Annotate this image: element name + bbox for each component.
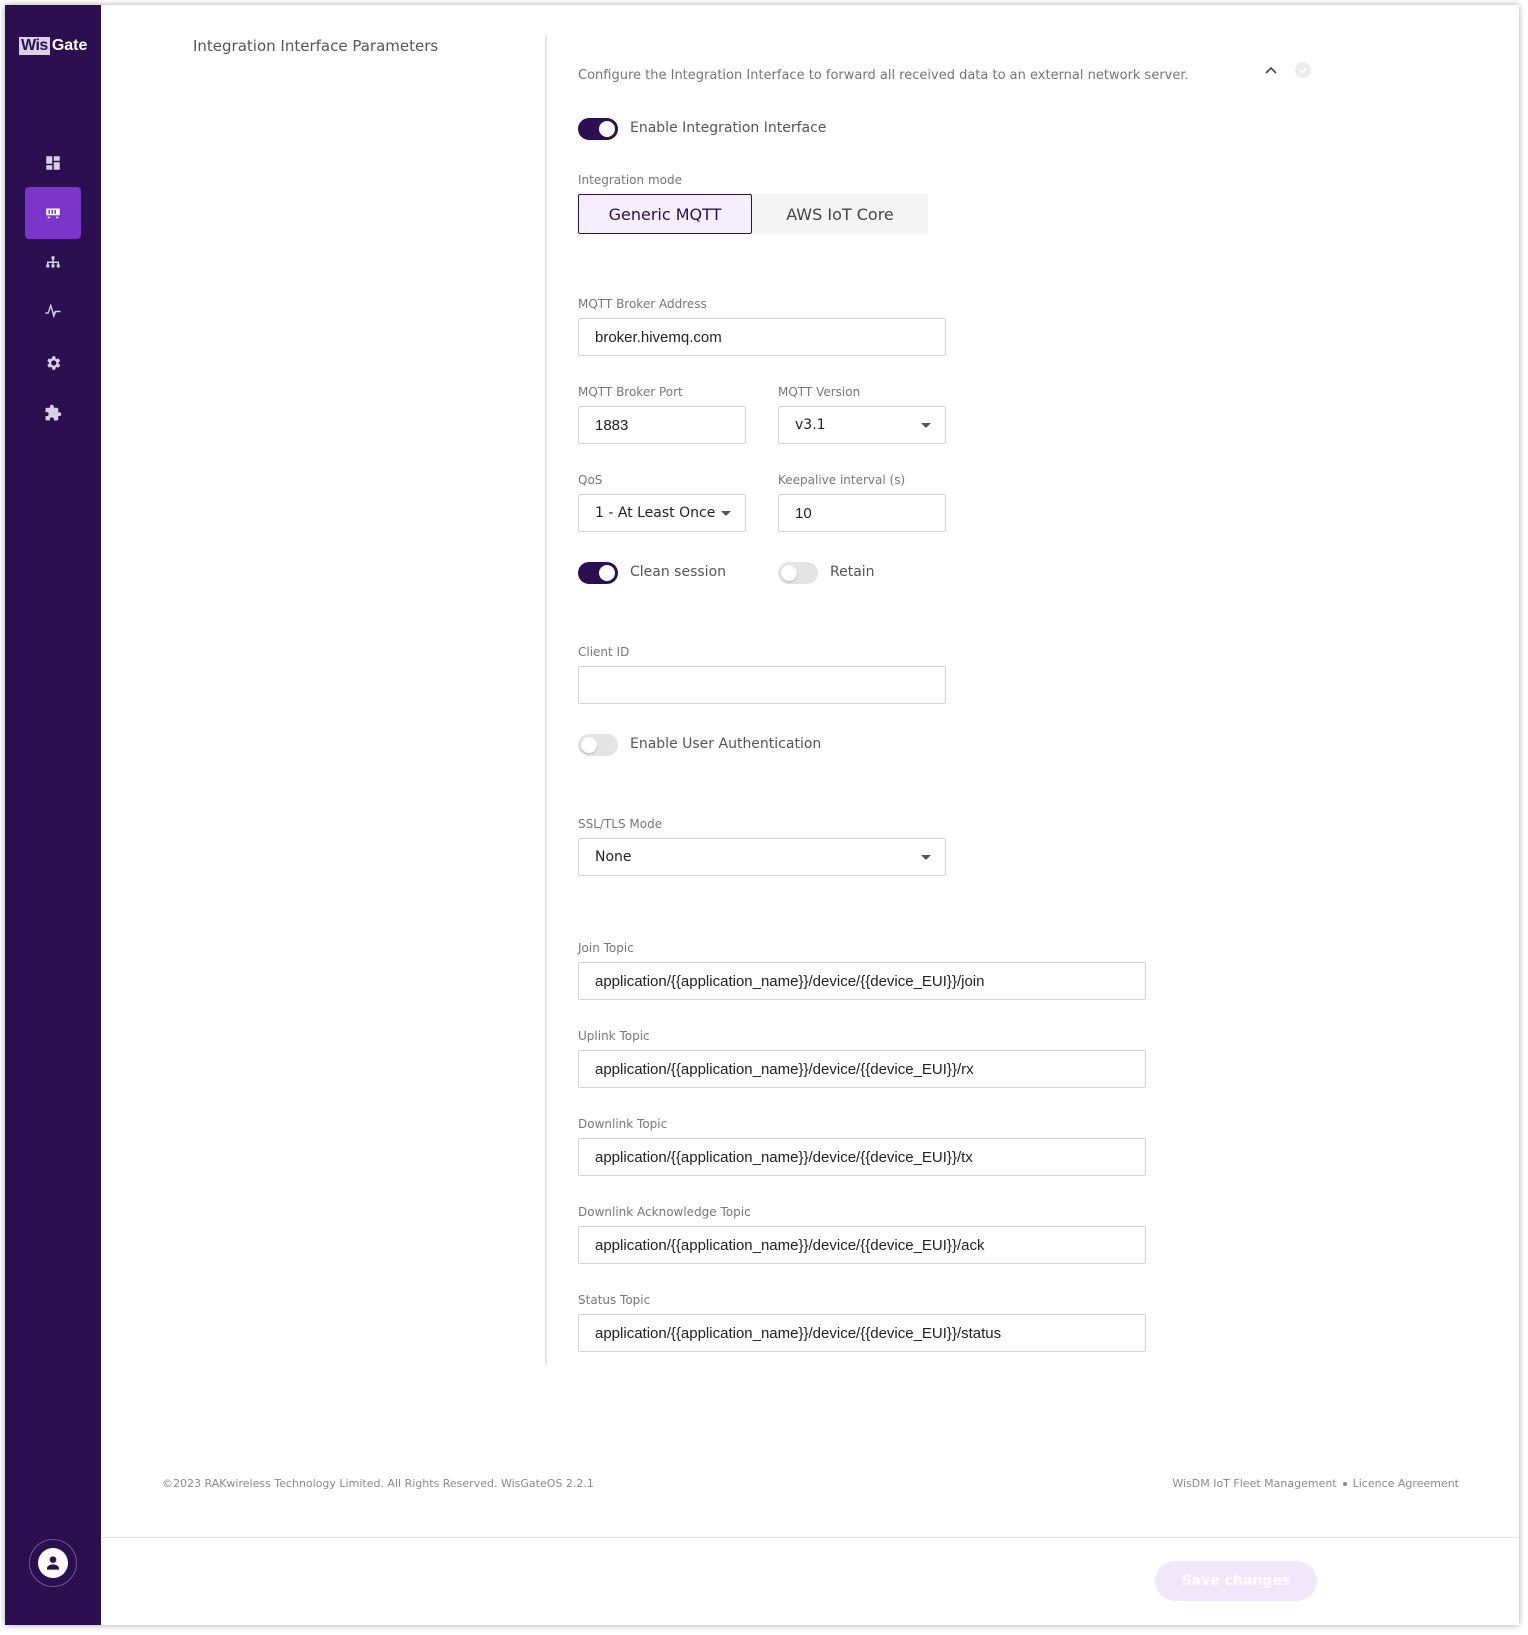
- status-topic-input[interactable]: application/{{application_name}}/device/…: [578, 1314, 1146, 1352]
- network-icon: [46, 256, 60, 268]
- sidebar-item-dashboard[interactable]: [25, 137, 81, 189]
- mqtt-version-label: MQTT Version: [778, 385, 861, 399]
- mqtt-version-select[interactable]: v3.1: [778, 406, 946, 444]
- uplink-topic-input[interactable]: application/{{application_name}}/device/…: [578, 1050, 1146, 1088]
- user-auth-label: Enable User Authentication: [630, 736, 822, 752]
- downlink-ack-topic-input[interactable]: application/{{application_name}}/device/…: [578, 1226, 1146, 1264]
- mode-generic-mqtt-button[interactable]: Generic MQTT: [578, 194, 752, 234]
- client-id-label: Client ID: [578, 645, 630, 659]
- keepalive-label: Keepalive interval (s): [778, 473, 906, 487]
- sidebar-item-extensions[interactable]: [25, 387, 81, 439]
- sidebar-item-gateway[interactable]: [25, 187, 81, 239]
- ssl-mode-label: SSL/TLS Mode: [578, 817, 663, 831]
- chevron-down-icon: [921, 855, 931, 860]
- user-icon: [47, 1556, 59, 1570]
- status-check-icon: [1295, 62, 1311, 78]
- clean-session-toggle[interactable]: [578, 562, 618, 584]
- enable-integration-toggle[interactable]: [578, 118, 618, 140]
- wisgate-logo[interactable]: Wis Gate: [19, 37, 87, 55]
- save-changes-button[interactable]: Save changes: [1155, 1561, 1317, 1601]
- clean-session-label: Clean session: [630, 564, 727, 580]
- activity-icon: [45, 304, 61, 319]
- avatar-circle: [38, 1548, 68, 1578]
- join-topic-input[interactable]: application/{{application_name}}/device/…: [578, 962, 1146, 1000]
- client-id-input[interactable]: [578, 666, 946, 704]
- gateway-icon: [46, 208, 60, 219]
- logo-wis-text: Wis: [19, 37, 50, 55]
- sidebar-item-settings[interactable]: [25, 337, 81, 389]
- uplink-topic-label: Uplink Topic: [578, 1029, 650, 1043]
- retain-toggle[interactable]: [778, 562, 818, 584]
- sidebar-item-network[interactable]: [25, 237, 81, 289]
- section-title: Integration Interface Parameters: [193, 37, 439, 55]
- vertical-divider: [545, 35, 547, 1365]
- downlink-ack-topic-label: Downlink Acknowledge Topic: [578, 1205, 751, 1219]
- join-topic-label: Join Topic: [578, 941, 634, 955]
- user-auth-toggle[interactable]: [578, 734, 618, 756]
- broker-port-label: MQTT Broker Port: [578, 385, 683, 399]
- broker-address-label: MQTT Broker Address: [578, 297, 707, 311]
- separator-dot: [1342, 1481, 1347, 1486]
- extensions-icon: [45, 404, 62, 421]
- keepalive-input[interactable]: 10: [778, 494, 946, 532]
- downlink-topic-input[interactable]: application/{{application_name}}/device/…: [578, 1138, 1146, 1176]
- integration-mode-label: Integration mode: [578, 173, 682, 187]
- section-description: Configure the Integration Interface to f…: [578, 68, 1189, 83]
- downlink-topic-label: Downlink Topic: [578, 1117, 668, 1131]
- user-avatar[interactable]: [29, 1539, 77, 1587]
- broker-address-input[interactable]: broker.hivemq.com: [578, 318, 946, 356]
- qos-select[interactable]: 1 - At Least Once: [578, 494, 746, 532]
- ssl-mode-select[interactable]: None: [578, 838, 946, 876]
- retain-label: Retain: [830, 564, 875, 580]
- qos-label: QoS: [578, 473, 603, 487]
- mqtt-version-value: v3.1: [795, 417, 826, 433]
- broker-port-input[interactable]: 1883: [578, 406, 746, 444]
- enable-integration-label: Enable Integration Interface: [630, 120, 827, 136]
- sidebar-item-activity[interactable]: [25, 287, 81, 339]
- status-topic-label: Status Topic: [578, 1293, 651, 1307]
- fleet-management-link[interactable]: WisDM IoT Fleet Management: [1172, 1477, 1336, 1490]
- dashboard-icon: [46, 156, 60, 170]
- bottom-bar-divider: [101, 1537, 1519, 1538]
- chevron-down-icon: [721, 511, 731, 516]
- app-window: Wis Gate Integration Interface Parameter…: [5, 5, 1519, 1625]
- qos-value: 1 - At Least Once: [595, 505, 716, 521]
- licence-agreement-link[interactable]: Licence Agreement: [1353, 1477, 1459, 1490]
- settings-icon: [47, 356, 61, 370]
- mode-aws-iot-core-button[interactable]: AWS IoT Core: [752, 194, 928, 234]
- collapse-chevron-up-icon[interactable]: [1263, 63, 1279, 79]
- footer-links: WisDM IoT Fleet Management Licence Agree…: [1172, 1477, 1459, 1490]
- logo-gate-text: Gate: [51, 37, 88, 54]
- chevron-down-icon: [921, 423, 931, 428]
- sidebar: Wis Gate: [5, 5, 101, 1625]
- copyright-text: ©2023 RAKwireless Technology Limited. Al…: [162, 1477, 594, 1490]
- ssl-mode-value: None: [595, 849, 632, 865]
